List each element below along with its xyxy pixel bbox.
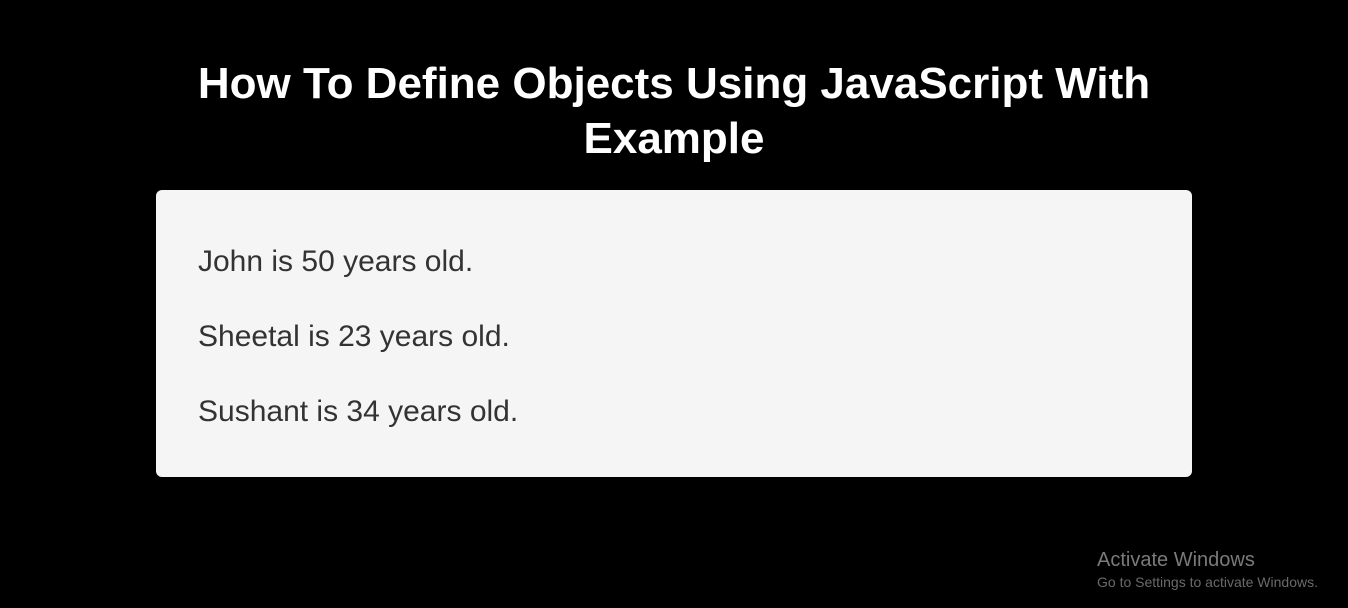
watermark-title: Activate Windows: [1097, 549, 1318, 572]
output-line: Sheetal is 23 years old.: [198, 317, 1150, 356]
page-title: How To Define Objects Using JavaScript W…: [174, 0, 1174, 166]
activate-windows-watermark: Activate Windows Go to Settings to activ…: [1097, 549, 1318, 590]
output-card: John is 50 years old. Sheetal is 23 year…: [156, 190, 1192, 477]
output-line: John is 50 years old.: [198, 242, 1150, 281]
output-line: Sushant is 34 years old.: [198, 392, 1150, 431]
watermark-subtitle: Go to Settings to activate Windows.: [1097, 574, 1318, 590]
